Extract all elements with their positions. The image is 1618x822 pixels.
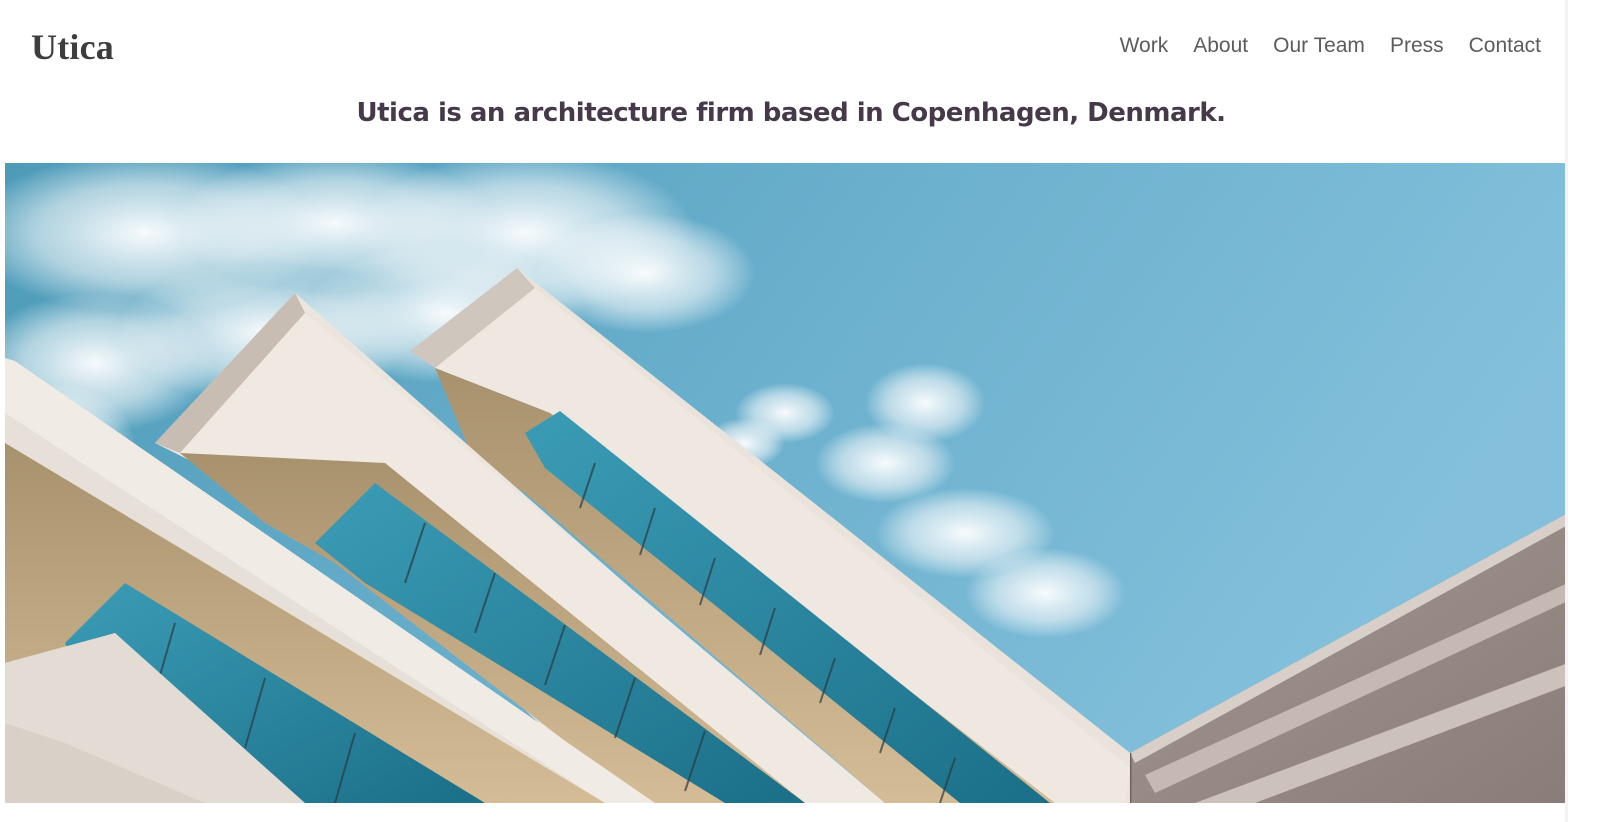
site-logo[interactable]: Utica — [31, 26, 114, 68]
main-nav: Work About Our Team Press Contact — [1095, 34, 1541, 58]
nav-item-about[interactable]: About — [1193, 34, 1248, 58]
nav-item-our-team[interactable]: Our Team — [1273, 34, 1365, 58]
scrollbar-track[interactable] — [1565, 0, 1568, 822]
hero-image — [5, 163, 1568, 803]
page: Utica Work About Our Team Press Contact … — [5, 0, 1568, 822]
hero-tagline: Utica is an architecture firm based in C… — [356, 98, 1226, 128]
nav-item-press[interactable]: Press — [1390, 34, 1444, 58]
nav-item-work[interactable]: Work — [1120, 34, 1169, 58]
building-photo — [5, 163, 1568, 803]
nav-item-contact[interactable]: Contact — [1469, 34, 1541, 58]
site-header: Utica Work About Our Team Press Contact — [5, 0, 1565, 92]
